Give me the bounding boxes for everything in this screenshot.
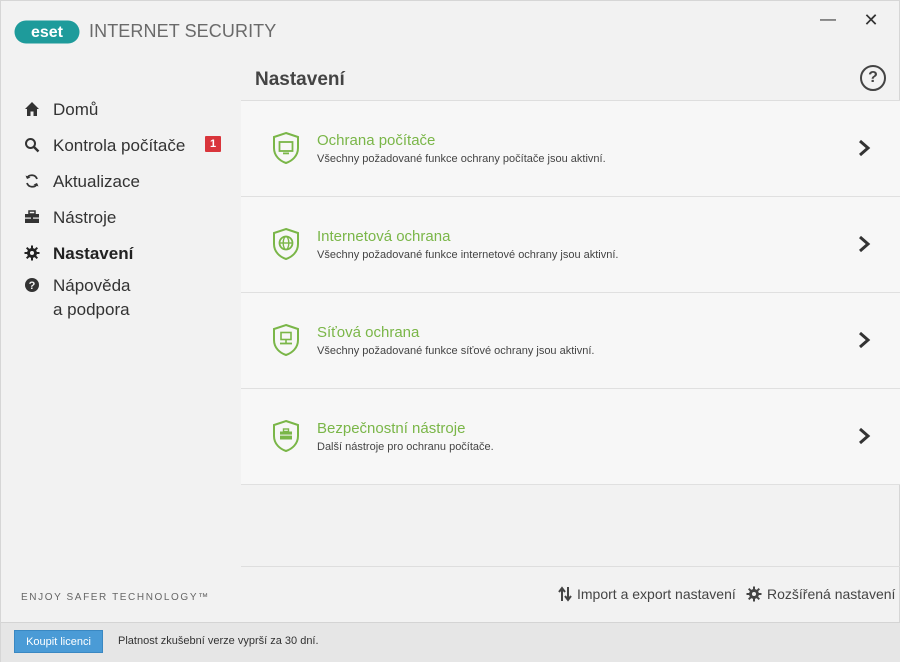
advanced-settings-link[interactable]: Rozšířená nastavení xyxy=(746,586,895,602)
shield-globe-icon xyxy=(273,227,299,261)
panel-title: Internetová ochrana xyxy=(317,228,451,245)
buy-license-button[interactable]: Koupit licenci xyxy=(14,630,103,653)
status-bar: Koupit licenci Platnost zkušební verze v… xyxy=(1,622,900,662)
advanced-settings-label: Rozšířená nastavení xyxy=(767,586,896,602)
panel-title: Ochrana počítače xyxy=(317,132,436,149)
minimize-button[interactable]: — xyxy=(813,9,843,31)
chevron-right-icon xyxy=(859,427,871,445)
chevron-right-icon xyxy=(859,139,871,157)
panel-computer-protection[interactable]: Ochrana počítače Všechny požadované funk… xyxy=(241,101,900,197)
shield-monitor-icon xyxy=(273,131,299,165)
title-bar: eset INTERNET SECURITY — ✕ xyxy=(1,1,900,61)
sidebar: Domů Kontrola počítače 1 Aktualizace Nás… xyxy=(1,61,241,621)
tagline: ENJOY SAFER TECHNOLOGY™ xyxy=(21,592,210,603)
sidebar-item-label: Nastavení xyxy=(53,244,134,263)
sidebar-item-label: Aktualizace xyxy=(53,172,140,191)
page-title: Nastavení xyxy=(255,69,345,90)
trial-status-text: Platnost zkušební verze vyprší za 30 dní… xyxy=(118,635,319,647)
divider xyxy=(241,566,900,567)
help-button[interactable]: ? xyxy=(860,65,886,91)
sidebar-item-home[interactable]: Domů xyxy=(23,98,233,122)
toolbox-icon xyxy=(23,208,41,226)
sidebar-item-help-support[interactable]: ? Nápověda a podpora xyxy=(23,274,233,322)
chevron-right-icon xyxy=(859,235,871,253)
product-name: INTERNET SECURITY xyxy=(89,21,277,41)
home-icon xyxy=(23,100,41,118)
panel-internet-protection[interactable]: Internetová ochrana Všechny požadované f… xyxy=(241,197,900,293)
sidebar-item-update[interactable]: Aktualizace xyxy=(23,170,233,194)
shield-toolbox-icon xyxy=(273,419,299,453)
panel-description: Všechny požadované funkce internetové oc… xyxy=(317,249,619,261)
svg-text:?: ? xyxy=(29,280,36,292)
sidebar-item-computer-scan[interactable]: Kontrola počítače 1 xyxy=(23,134,233,158)
import-export-icon xyxy=(558,586,572,602)
sidebar-item-label: Kontrola počítače xyxy=(53,136,186,155)
panel-description: Všechny požadované funkce síťové ochrany… xyxy=(317,345,595,357)
chevron-right-icon xyxy=(859,331,871,349)
import-export-link[interactable]: Import a export nastavení xyxy=(558,586,736,602)
app-window: eset INTERNET SECURITY — ✕ Domů Kontrola… xyxy=(0,0,900,662)
panel-title: Síťová ochrana xyxy=(317,324,420,341)
import-export-label: Import a export nastavení xyxy=(577,586,736,602)
eset-logo: eset xyxy=(14,20,80,44)
logo-text: eset xyxy=(31,24,64,41)
notification-badge: 1 xyxy=(205,136,221,152)
panel-security-tools[interactable]: Bezpečnostní nástroje Další nástroje pro… xyxy=(241,389,900,485)
shield-network-icon xyxy=(273,323,299,357)
panel-description: Další nástroje pro ochranu počítače. xyxy=(317,441,494,453)
main-content: Nastavení ? Ochrana počítače Všechny pož… xyxy=(241,61,900,566)
sidebar-item-label-line2: a podpora xyxy=(53,300,130,319)
refresh-icon xyxy=(23,172,41,190)
sidebar-item-label: Nápověda xyxy=(53,276,131,295)
panel-title: Bezpečnostní nástroje xyxy=(317,420,466,437)
sidebar-item-settings[interactable]: Nastavení xyxy=(23,242,233,266)
help-circle-icon: ? xyxy=(23,276,41,294)
sidebar-item-label: Domů xyxy=(53,100,99,119)
close-button[interactable]: ✕ xyxy=(856,9,886,31)
panel-description: Všechny požadované funkce ochrany počíta… xyxy=(317,153,606,165)
sidebar-item-tools[interactable]: Nástroje xyxy=(23,206,233,230)
sidebar-item-label: Nástroje xyxy=(53,208,117,227)
gear-icon xyxy=(746,586,762,602)
gear-icon xyxy=(23,244,41,262)
panel-network-protection[interactable]: Síťová ochrana Všechny požadované funkce… xyxy=(241,293,900,389)
search-icon xyxy=(23,136,41,154)
